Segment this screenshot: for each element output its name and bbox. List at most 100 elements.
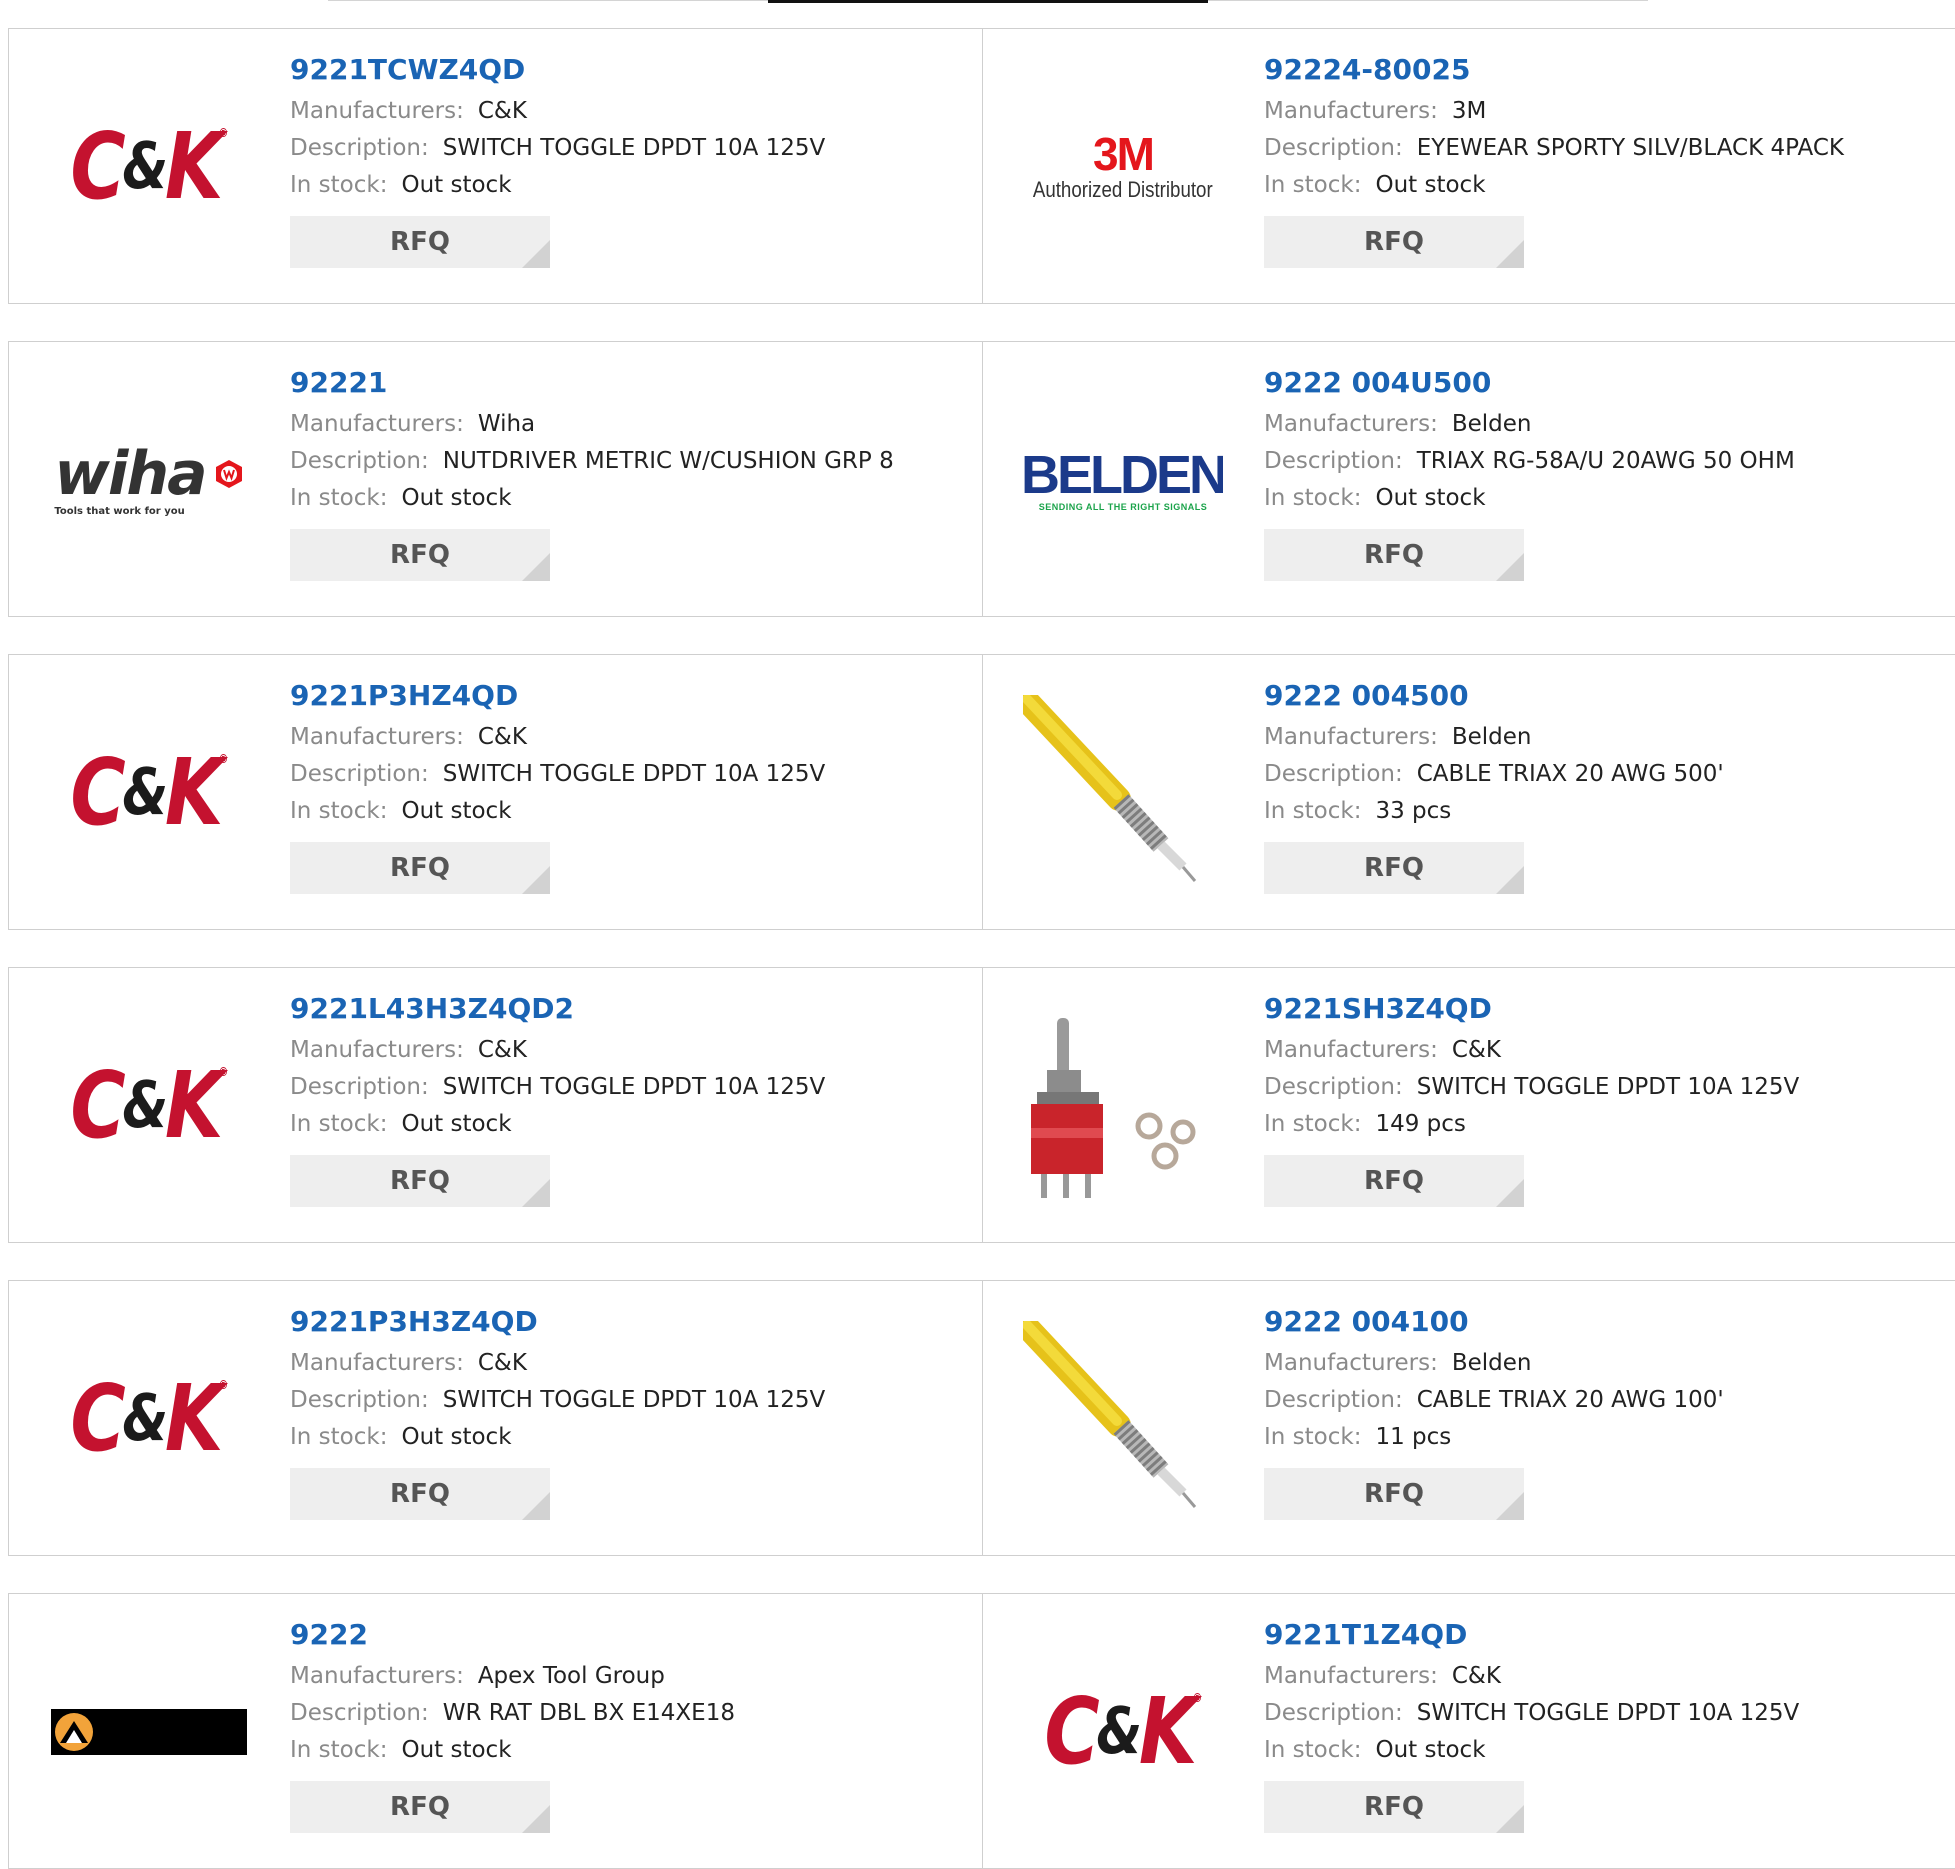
manufacturer-label: Manufacturers: [290, 411, 464, 437]
wiha-hex-icon [215, 459, 242, 488]
description-label: Description: [1264, 1074, 1403, 1100]
rfq-button[interactable]: RFQ [290, 1155, 550, 1207]
rfq-button[interactable]: RFQ [290, 216, 550, 268]
manufacturer-logo[interactable]: 3M Authorized Distributor [1023, 69, 1223, 265]
description-value: EYEWEAR SPORTY SILV/BLACK 4PACK [1416, 135, 1845, 161]
manufacturer-label: Manufacturers: [290, 724, 464, 750]
rfq-corner-decoration [522, 1179, 550, 1207]
product-info: 9222 004100 Manufacturers: Belden Descrip… [1264, 1303, 1945, 1520]
description-line: Description: SWITCH TOGGLE DPDT 10A 125V [290, 1382, 972, 1419]
product-info: 9222 Manufacturers: Apex Tool Group Descr… [290, 1616, 972, 1833]
description-label: Description: [290, 1700, 429, 1726]
stock-label: In stock: [290, 172, 388, 198]
manufacturer-line: Manufacturers: Belden [1264, 1345, 1945, 1382]
manufacturer-logo[interactable]: C & K ® [49, 1321, 249, 1517]
manufacturer-value: Belden [1451, 411, 1532, 437]
part-number-link[interactable]: 9221L43H3Z4QD2 [290, 990, 972, 1028]
manufacturer-logo[interactable] [1023, 1321, 1223, 1517]
rfq-button[interactable]: RFQ [1264, 1781, 1524, 1833]
manufacturer-logo[interactable]: C & K ® [49, 69, 249, 265]
manufacturer-label: Manufacturers: [1264, 1037, 1438, 1063]
rfq-button[interactable]: RFQ [290, 1781, 550, 1833]
rfq-corner-decoration [1496, 1492, 1524, 1520]
manufacturer-label: Manufacturers: [1264, 724, 1438, 750]
stock-label: In stock: [1264, 172, 1362, 198]
description-value: CABLE TRIAX 20 AWG 100' [1416, 1387, 1724, 1413]
product-info: 9221TCWZ4QD Manufacturers: C&K Descriptio… [290, 51, 972, 268]
rfq-corner-decoration [1496, 1179, 1524, 1207]
part-number-link[interactable]: 9222 004500 [1264, 677, 1945, 715]
manufacturer-logo[interactable]: C & K ® [49, 695, 249, 891]
rfq-button[interactable]: RFQ [290, 842, 550, 894]
manufacturer-logo[interactable]: BELDEN SENDING ALL THE RIGHT SIGNALS [1023, 382, 1223, 578]
manufacturer-line: Manufacturers: C&K [1264, 1032, 1945, 1069]
product-card: wiha Tools that work for you 92221 Manufa… [9, 342, 982, 616]
part-number-link[interactable]: 92221 [290, 364, 972, 402]
part-number-link[interactable]: 9221P3H3Z4QD [290, 1303, 972, 1341]
product-card: C & K ® 9221P3HZ4QD Manufacturers: C&K Descr… [9, 655, 982, 929]
rfq-label: RFQ [390, 853, 450, 883]
manufacturer-line: Manufacturers: C&K [1264, 1658, 1945, 1695]
manufacturer-value: C&K [477, 98, 527, 124]
rfq-corner-decoration [522, 1805, 550, 1833]
manufacturer-line: Manufacturers: Apex Tool Group [290, 1658, 972, 1695]
apex-logo [51, 1709, 247, 1755]
part-number-link[interactable]: 9222 004100 [1264, 1303, 1945, 1341]
manufacturer-logo[interactable]: C & K ® [49, 1008, 249, 1204]
stock-line: In stock: Out stock [290, 480, 972, 517]
description-label: Description: [1264, 1700, 1403, 1726]
rfq-corner-decoration [522, 1492, 550, 1520]
rfq-button[interactable]: RFQ [1264, 842, 1524, 894]
description-value: SWITCH TOGGLE DPDT 10A 125V [1416, 1700, 1800, 1726]
product-row: C & K ® 9221P3HZ4QD Manufacturers: C&K Descr… [8, 654, 1955, 930]
rfq-button[interactable]: RFQ [1264, 529, 1524, 581]
product-card: BELDEN SENDING ALL THE RIGHT SIGNALS 9222… [982, 342, 1955, 616]
part-number-link[interactable]: 9221SH3Z4QD [1264, 990, 1945, 1028]
manufacturer-logo[interactable]: wiha Tools that work for you [49, 382, 249, 578]
wiha-logo: wiha Tools that work for you [54, 444, 243, 517]
part-number-link[interactable]: 9222 004U500 [1264, 364, 1945, 402]
stock-label: In stock: [290, 1111, 388, 1137]
rfq-label: RFQ [390, 1792, 450, 1822]
manufacturer-value: C&K [477, 724, 527, 750]
part-number-link[interactable]: 9221T1Z4QD [1264, 1616, 1945, 1654]
manufacturer-label: Manufacturers: [290, 1663, 464, 1689]
manufacturer-label: Manufacturers: [290, 1037, 464, 1063]
rfq-button[interactable]: RFQ [1264, 216, 1524, 268]
description-label: Description: [290, 135, 429, 161]
part-number-link[interactable]: 9222 [290, 1616, 972, 1654]
part-number-link[interactable]: 92224-80025 [1264, 51, 1945, 89]
manufacturer-line: Manufacturers: C&K [290, 1345, 972, 1382]
description-value: SWITCH TOGGLE DPDT 10A 125V [442, 761, 826, 787]
product-card: 9222 Manufacturers: Apex Tool Group Descr… [9, 1594, 982, 1868]
part-number-link[interactable]: 9221P3HZ4QD [290, 677, 972, 715]
manufacturer-value: C&K [1451, 1663, 1501, 1689]
rfq-corner-decoration [522, 240, 550, 268]
stock-label: In stock: [1264, 485, 1362, 511]
description-value: CABLE TRIAX 20 AWG 500' [1416, 761, 1724, 787]
description-label: Description: [290, 1074, 429, 1100]
stock-value: Out stock [401, 1111, 512, 1137]
active-tab-indicator [768, 0, 1208, 3]
manufacturer-label: Manufacturers: [1264, 1663, 1438, 1689]
rfq-button[interactable]: RFQ [1264, 1155, 1524, 1207]
manufacturer-logo[interactable] [1023, 1008, 1223, 1204]
apex-emblem-icon [55, 1713, 93, 1751]
rfq-button[interactable]: RFQ [290, 529, 550, 581]
manufacturer-label: Manufacturers: [290, 98, 464, 124]
rfq-button[interactable]: RFQ [1264, 1468, 1524, 1520]
manufacturer-logo[interactable]: C & K ® [1023, 1634, 1223, 1830]
manufacturer-logo[interactable] [1023, 695, 1223, 891]
manufacturer-logo[interactable] [49, 1634, 249, 1830]
manufacturer-line: Manufacturers: 3M [1264, 93, 1945, 130]
stock-line: In stock: Out stock [1264, 480, 1945, 517]
product-info: 9221L43H3Z4QD2 Manufacturers: C&K Descrip… [290, 990, 972, 1207]
rfq-label: RFQ [1364, 1792, 1424, 1822]
stock-value: Out stock [1375, 485, 1486, 511]
stock-line: In stock: Out stock [1264, 167, 1945, 204]
description-label: Description: [1264, 135, 1403, 161]
stock-line: In stock: 149 pcs [1264, 1106, 1945, 1143]
rfq-button[interactable]: RFQ [290, 1468, 550, 1520]
part-number-link[interactable]: 9221TCWZ4QD [290, 51, 972, 89]
description-value: SWITCH TOGGLE DPDT 10A 125V [442, 135, 826, 161]
